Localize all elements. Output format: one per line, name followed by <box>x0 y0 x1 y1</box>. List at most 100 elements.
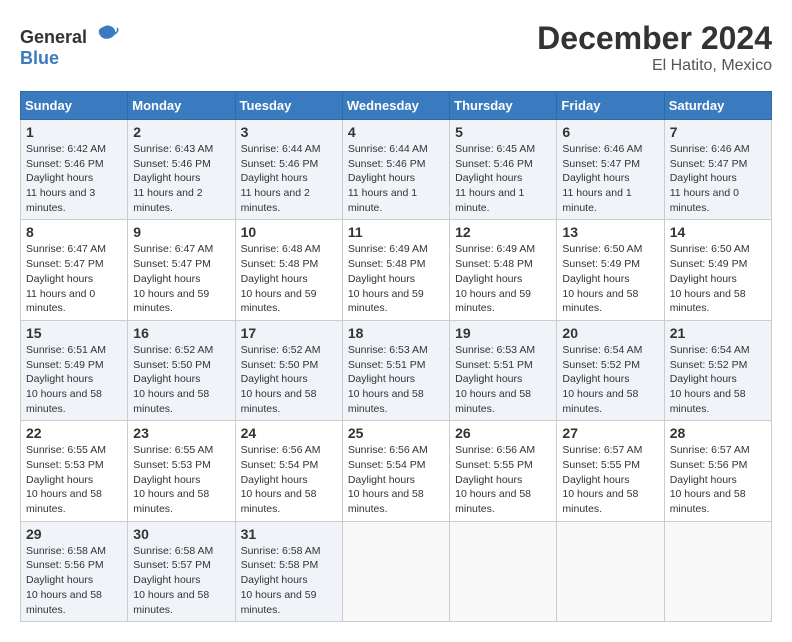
table-row: 6Sunrise: 6:46 AMSunset: 5:47 PMDaylight… <box>557 120 664 220</box>
table-row <box>664 521 771 621</box>
day-detail: Sunrise: 6:43 AMSunset: 5:46 PMDaylight … <box>133 142 229 215</box>
table-row: 11Sunrise: 6:49 AMSunset: 5:48 PMDayligh… <box>342 220 449 320</box>
day-number: 8 <box>26 224 122 240</box>
table-row <box>557 521 664 621</box>
table-row: 18 Sunrise: 6:53 AMSunset: 5:51 PMDayligh… <box>342 320 449 420</box>
calendar-week-row: 1Sunrise: 6:42 AMSunset: 5:46 PMDaylight… <box>21 120 772 220</box>
day-number: 18 <box>348 325 444 341</box>
day-detail: Sunrise: 6:52 AMSunset: 5:50 PMDaylight … <box>133 343 229 416</box>
day-detail: Sunrise: 6:58 AMSunset: 5:56 PMDaylight … <box>26 544 122 617</box>
day-number: 3 <box>241 124 337 140</box>
day-number: 15 <box>26 325 122 341</box>
month-title: December 2024 <box>537 20 772 57</box>
logo-bird-icon <box>91 20 119 54</box>
day-detail: Sunrise: 6:54 AMSunset: 5:52 PMDaylight … <box>562 343 658 416</box>
day-number: 13 <box>562 224 658 240</box>
day-detail: Sunrise: 6:49 AMSunset: 5:48 PMDaylight … <box>455 242 551 315</box>
day-number: 23 <box>133 425 229 441</box>
day-detail: Sunrise: 6:57 AMSunset: 5:55 PMDaylight … <box>562 443 658 516</box>
day-number: 5 <box>455 124 551 140</box>
table-row: 3 Sunrise: 6:44 AMSunset: 5:46 PMDaylight… <box>235 120 342 220</box>
table-row: 25Sunrise: 6:56 AMSunset: 5:54 PMDayligh… <box>342 421 449 521</box>
day-detail: Sunrise: 6:58 AMSunset: 5:57 PMDaylight … <box>133 544 229 617</box>
day-detail: Sunrise: 6:57 AMSunset: 5:56 PMDaylight … <box>670 443 766 516</box>
table-row: 21 Sunrise: 6:54 AMSunset: 5:52 PMDayligh… <box>664 320 771 420</box>
table-row <box>450 521 557 621</box>
day-number: 30 <box>133 526 229 542</box>
day-detail: Sunrise: 6:55 AMSunset: 5:53 PMDaylight … <box>26 443 122 516</box>
table-row: 9 Sunrise: 6:47 AMSunset: 5:47 PMDaylight… <box>128 220 235 320</box>
day-number: 16 <box>133 325 229 341</box>
day-number: 4 <box>348 124 444 140</box>
col-wednesday: Wednesday <box>342 92 449 120</box>
table-row: 5 Sunrise: 6:45 AMSunset: 5:46 PMDaylight… <box>450 120 557 220</box>
table-row: 19 Sunrise: 6:53 AMSunset: 5:51 PMDayligh… <box>450 320 557 420</box>
day-number: 20 <box>562 325 658 341</box>
table-row: 7 Sunrise: 6:46 AMSunset: 5:47 PMDaylight… <box>664 120 771 220</box>
day-detail: Sunrise: 6:45 AMSunset: 5:46 PMDaylight … <box>455 142 551 215</box>
col-friday: Friday <box>557 92 664 120</box>
table-row: 13Sunrise: 6:50 AMSunset: 5:49 PMDayligh… <box>557 220 664 320</box>
location-title: El Hatito, Mexico <box>537 57 772 75</box>
table-row: 23 Sunrise: 6:55 AMSunset: 5:53 PMDayligh… <box>128 421 235 521</box>
day-detail: Sunrise: 6:47 AMSunset: 5:47 PMDaylight … <box>133 242 229 315</box>
day-detail: Sunrise: 6:50 AMSunset: 5:49 PMDaylight … <box>670 242 766 315</box>
day-number: 9 <box>133 224 229 240</box>
table-row: 17Sunrise: 6:52 AMSunset: 5:50 PMDayligh… <box>235 320 342 420</box>
day-number: 21 <box>670 325 766 341</box>
table-row: 27 Sunrise: 6:57 AMSunset: 5:55 PMDayligh… <box>557 421 664 521</box>
day-number: 10 <box>241 224 337 240</box>
day-detail: Sunrise: 6:49 AMSunset: 5:48 PMDaylight … <box>348 242 444 315</box>
col-thursday: Thursday <box>450 92 557 120</box>
table-row: 30 Sunrise: 6:58 AMSunset: 5:57 PMDayligh… <box>128 521 235 621</box>
title-block: December 2024 El Hatito, Mexico <box>537 20 772 75</box>
day-number: 28 <box>670 425 766 441</box>
table-row: 2 Sunrise: 6:43 AMSunset: 5:46 PMDaylight… <box>128 120 235 220</box>
day-number: 26 <box>455 425 551 441</box>
logo-blue: Blue <box>20 48 59 69</box>
table-row: 24 Sunrise: 6:56 AMSunset: 5:54 PMDayligh… <box>235 421 342 521</box>
day-detail: Sunrise: 6:44 AMSunset: 5:46 PMDaylight … <box>241 142 337 215</box>
day-number: 22 <box>26 425 122 441</box>
day-number: 14 <box>670 224 766 240</box>
day-detail: Sunrise: 6:58 AMSunset: 5:58 PMDaylight … <box>241 544 337 617</box>
col-tuesday: Tuesday <box>235 92 342 120</box>
calendar-week-row: 29 Sunrise: 6:58 AMSunset: 5:56 PMDayligh… <box>21 521 772 621</box>
day-number: 29 <box>26 526 122 542</box>
table-row: 31Sunrise: 6:58 AMSunset: 5:58 PMDayligh… <box>235 521 342 621</box>
day-number: 19 <box>455 325 551 341</box>
table-row: 28 Sunrise: 6:57 AMSunset: 5:56 PMDayligh… <box>664 421 771 521</box>
calendar-table: Sunday Monday Tuesday Wednesday Thursday… <box>20 91 772 622</box>
day-detail: Sunrise: 6:55 AMSunset: 5:53 PMDaylight … <box>133 443 229 516</box>
day-number: 7 <box>670 124 766 140</box>
table-row: 20 Sunrise: 6:54 AMSunset: 5:52 PMDayligh… <box>557 320 664 420</box>
table-row: 1Sunrise: 6:42 AMSunset: 5:46 PMDaylight… <box>21 120 128 220</box>
page-header: General Blue December 2024 El Hatito, Me… <box>20 20 772 75</box>
day-detail: Sunrise: 6:48 AMSunset: 5:48 PMDaylight … <box>241 242 337 315</box>
day-detail: Sunrise: 6:56 AMSunset: 5:54 PMDaylight … <box>348 443 444 516</box>
day-detail: Sunrise: 6:54 AMSunset: 5:52 PMDaylight … <box>670 343 766 416</box>
calendar-header-row: Sunday Monday Tuesday Wednesday Thursday… <box>21 92 772 120</box>
day-number: 17 <box>241 325 337 341</box>
day-number: 27 <box>562 425 658 441</box>
day-detail: Sunrise: 6:56 AMSunset: 5:55 PMDaylight … <box>455 443 551 516</box>
day-detail: Sunrise: 6:46 AMSunset: 5:47 PMDaylight … <box>670 142 766 215</box>
day-detail: Sunrise: 6:56 AMSunset: 5:54 PMDaylight … <box>241 443 337 516</box>
calendar-week-row: 22 Sunrise: 6:55 AMSunset: 5:53 PMDayligh… <box>21 421 772 521</box>
day-detail: Sunrise: 6:42 AMSunset: 5:46 PMDaylight … <box>26 142 122 215</box>
day-detail: Sunrise: 6:44 AMSunset: 5:46 PMDaylight … <box>348 142 444 215</box>
table-row: 22 Sunrise: 6:55 AMSunset: 5:53 PMDayligh… <box>21 421 128 521</box>
day-detail: Sunrise: 6:53 AMSunset: 5:51 PMDaylight … <box>348 343 444 416</box>
day-detail: Sunrise: 6:53 AMSunset: 5:51 PMDaylight … <box>455 343 551 416</box>
day-number: 12 <box>455 224 551 240</box>
table-row <box>342 521 449 621</box>
day-number: 2 <box>133 124 229 140</box>
day-detail: Sunrise: 6:47 AMSunset: 5:47 PMDaylight … <box>26 242 122 315</box>
col-monday: Monday <box>128 92 235 120</box>
day-number: 24 <box>241 425 337 441</box>
table-row: 29 Sunrise: 6:58 AMSunset: 5:56 PMDayligh… <box>21 521 128 621</box>
calendar-week-row: 15Sunrise: 6:51 AMSunset: 5:49 PMDayligh… <box>21 320 772 420</box>
calendar-week-row: 8 Sunrise: 6:47 AMSunset: 5:47 PMDaylight… <box>21 220 772 320</box>
table-row: 8 Sunrise: 6:47 AMSunset: 5:47 PMDaylight… <box>21 220 128 320</box>
day-number: 6 <box>562 124 658 140</box>
